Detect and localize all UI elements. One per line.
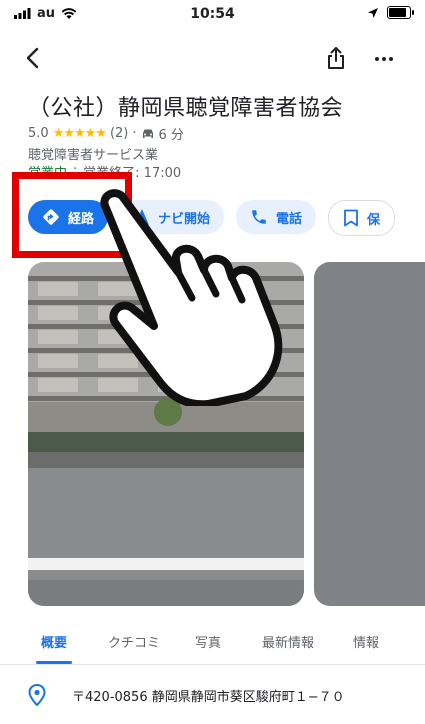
meta-separator: ·: [132, 126, 137, 141]
address-row[interactable]: 〒420-0856 静岡県静岡市葵区駿府町１−７０: [28, 684, 345, 706]
pointing-hand-icon: [100, 189, 283, 406]
car-icon: [142, 129, 153, 138]
place-title: （公社）静岡県聴覚障害者協会: [28, 96, 344, 121]
rating-row[interactable]: 5.0 ★★★★★ (2) · 6 分: [28, 124, 184, 143]
location-services-icon: [368, 7, 378, 18]
tab-overview[interactable]: 概要: [36, 632, 72, 651]
place-photo-secondary[interactable]: [314, 262, 425, 606]
more-horizontal-icon: [375, 57, 393, 61]
more-options-button[interactable]: [370, 44, 398, 72]
rating-value: 5.0: [28, 126, 49, 141]
save-button[interactable]: 保: [328, 200, 396, 236]
battery-icon: [387, 6, 414, 19]
drive-time: 6 分: [158, 128, 184, 143]
tab-photos[interactable]: 写真: [190, 632, 226, 651]
rating-stars: ★★★★★: [52, 126, 107, 141]
place-category: 聴覚障害者サービス業: [28, 148, 159, 163]
share-button[interactable]: [322, 44, 350, 72]
tab-reviews[interactable]: クチコミ: [102, 632, 166, 651]
status-time: 10:54: [190, 6, 235, 22]
location-pin-icon: [28, 684, 46, 706]
tab-about[interactable]: 情報: [348, 632, 384, 651]
back-button[interactable]: [20, 44, 48, 72]
share-icon: [328, 47, 344, 69]
address-text: 〒420-0856 静岡県静岡市葵区駿府町１−７０: [72, 689, 345, 705]
review-count: (2): [109, 126, 129, 141]
chevron-left-icon: [26, 47, 39, 69]
tab-updates[interactable]: 最新情報: [258, 632, 318, 651]
bookmark-icon: [344, 209, 358, 227]
save-label: 保: [367, 212, 381, 228]
tabs-divider: [0, 664, 425, 665]
status-bar-right: [367, 6, 414, 19]
